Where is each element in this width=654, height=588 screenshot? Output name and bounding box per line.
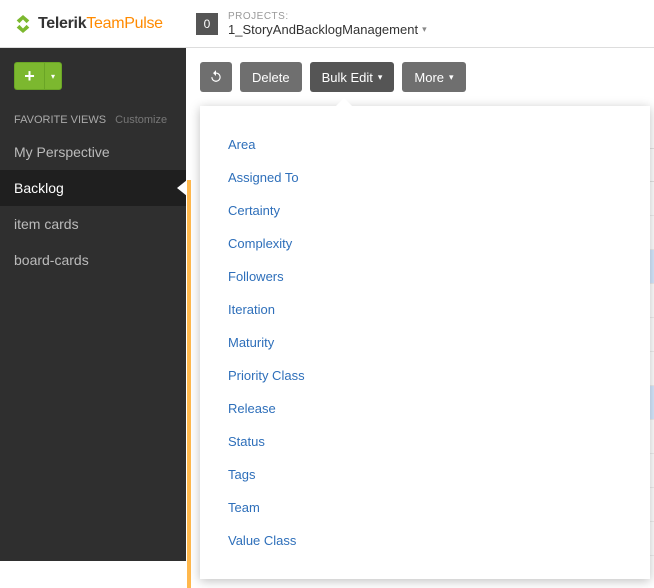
- sidebar-item-board-cards[interactable]: board-cards: [0, 242, 186, 278]
- row-type-strip: [187, 180, 191, 214]
- bulk-edit-option-release[interactable]: Release: [200, 392, 650, 425]
- app-header: Telerik TeamPulse 0 PROJECTS: 1_StoryAnd…: [0, 0, 654, 48]
- row-type-strip: [187, 214, 191, 248]
- bulk-edit-option-iteration[interactable]: Iteration: [200, 293, 650, 326]
- chevron-down-icon: ▾: [422, 24, 427, 35]
- customize-link[interactable]: Customize: [115, 114, 167, 126]
- content-area: Delete Bulk Edit ▾ More ▾ tus: Not Start…: [186, 48, 654, 561]
- chevron-down-icon: ▾: [449, 72, 454, 83]
- favorite-views-header: FAVORITE VIEWS Customize: [0, 106, 186, 134]
- sidebar-item-my-perspective[interactable]: My Perspective: [0, 134, 186, 170]
- more-button[interactable]: More ▾: [402, 62, 465, 92]
- project-name: 1_StoryAndBacklogManagement: [228, 22, 418, 37]
- bulk-edit-option-value-class[interactable]: Value Class: [200, 524, 650, 557]
- bulk-edit-option-area[interactable]: Area: [200, 128, 650, 161]
- row-type-strip: [187, 486, 191, 520]
- sidebar: + ▾ FAVORITE VIEWS Customize My Perspect…: [0, 48, 186, 561]
- telerik-logo-icon: [14, 15, 32, 33]
- bulk-edit-option-priority-class[interactable]: Priority Class: [200, 359, 650, 392]
- projects-label: PROJECTS:: [228, 11, 427, 22]
- row-type-strip: [187, 282, 191, 316]
- bulk-edit-option-tags[interactable]: Tags: [200, 458, 650, 491]
- row-type-strip: [187, 316, 191, 350]
- bulk-edit-option-followers[interactable]: Followers: [200, 260, 650, 293]
- bulk-edit-option-assigned-to[interactable]: Assigned To: [200, 161, 650, 194]
- refresh-icon: [209, 69, 223, 86]
- row-type-strip: [187, 520, 191, 554]
- bulk-edit-label: Bulk Edit: [322, 70, 373, 85]
- project-selector[interactable]: PROJECTS: 1_StoryAndBacklogManagement ▾: [228, 11, 427, 37]
- row-type-strip: [187, 452, 191, 486]
- sidebar-item-item-cards[interactable]: item cards: [0, 206, 186, 242]
- more-label: More: [414, 70, 444, 85]
- add-button-dropdown[interactable]: ▾: [44, 62, 62, 90]
- bulk-edit-dropdown: AreaAssigned ToCertaintyComplexityFollow…: [200, 106, 650, 579]
- bulk-edit-option-certainty[interactable]: Certainty: [200, 194, 650, 227]
- bulk-edit-option-status[interactable]: Status: [200, 425, 650, 458]
- project-count-badge[interactable]: 0: [196, 13, 218, 35]
- logo-text-teampulse: TeamPulse: [86, 15, 162, 33]
- add-button[interactable]: +: [14, 62, 44, 90]
- sidebar-item-backlog[interactable]: Backlog: [0, 170, 186, 206]
- refresh-button[interactable]: [200, 62, 232, 92]
- chevron-down-icon: ▾: [378, 72, 383, 83]
- bulk-edit-option-maturity[interactable]: Maturity: [200, 326, 650, 359]
- bulk-edit-button[interactable]: Bulk Edit ▾: [310, 62, 395, 92]
- row-type-strip: [187, 384, 191, 418]
- row-type-strip: [187, 248, 191, 282]
- favorite-views-label: FAVORITE VIEWS: [14, 114, 106, 126]
- toolbar: Delete Bulk Edit ▾ More ▾: [186, 48, 654, 106]
- delete-button[interactable]: Delete: [240, 62, 302, 92]
- bulk-edit-option-team[interactable]: Team: [200, 491, 650, 524]
- bulk-edit-option-complexity[interactable]: Complexity: [200, 227, 650, 260]
- row-type-strip: [187, 418, 191, 452]
- row-type-strip: [187, 350, 191, 384]
- logo-text-telerik: Telerik: [38, 15, 86, 33]
- row-type-strip: [187, 554, 191, 588]
- logo: Telerik TeamPulse: [0, 15, 186, 33]
